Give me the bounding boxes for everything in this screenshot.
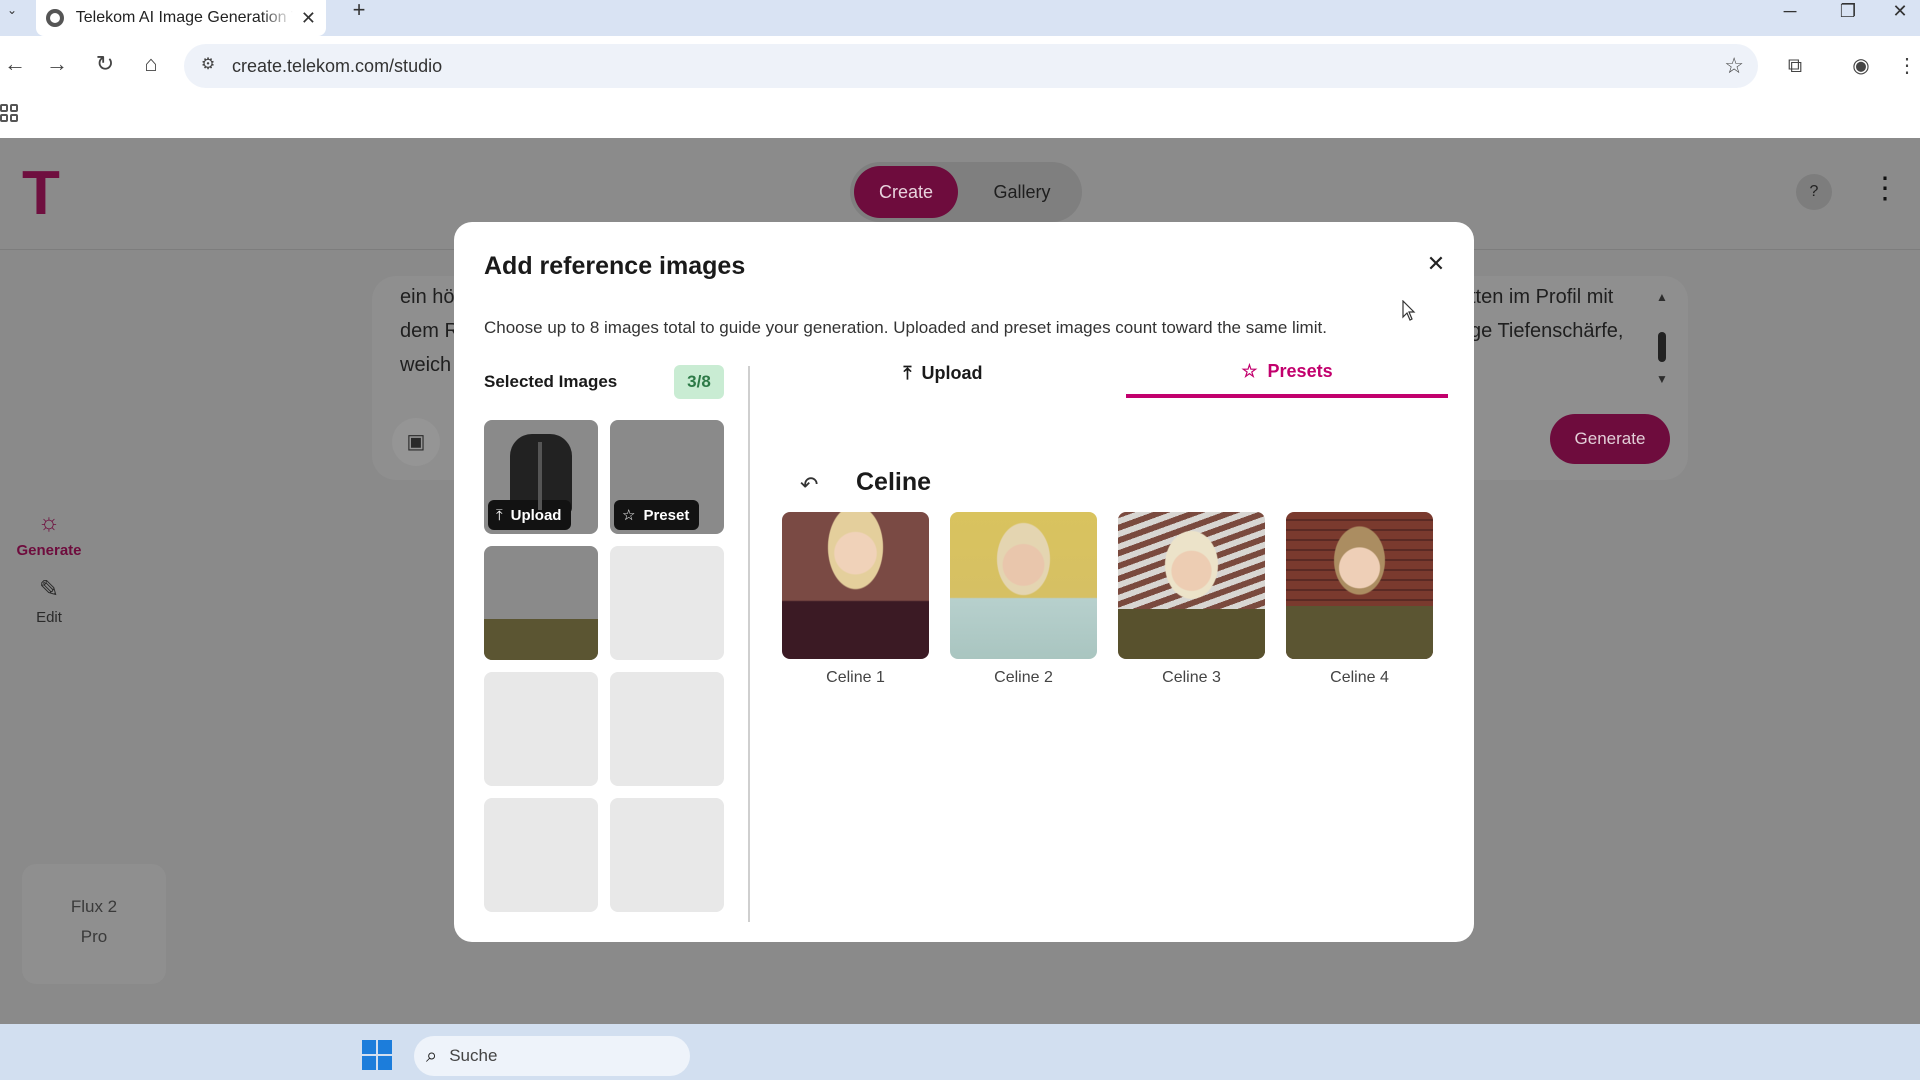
tab-search-chevron-icon[interactable]: ⌄: [2, 0, 22, 22]
back-arrow-icon[interactable]: ↶: [800, 472, 818, 498]
upload-badge: ⤒ Upload: [488, 500, 572, 530]
pencil-icon: ✎: [38, 576, 60, 603]
badge-label: Preset: [517, 632, 564, 650]
apps-grid-icon[interactable]: [0, 104, 18, 122]
sidenav-generate[interactable]: ☼ Generate: [0, 508, 98, 559]
bookmark-star-icon[interactable]: ☆: [1724, 53, 1744, 79]
image-upload-icon[interactable]: ▣: [392, 418, 440, 466]
preset-card[interactable]: Celine 4: [1286, 512, 1433, 687]
source-tabs: ⤒ Upload ☆ Presets: [782, 348, 1448, 398]
scroll-up-icon[interactable]: ▲: [1656, 290, 1668, 304]
home-icon[interactable]: ⌂: [136, 50, 166, 80]
extensions-icon[interactable]: ⧉: [1780, 52, 1810, 82]
address-bar[interactable]: ⚙ create.telekom.com/studio ☆: [184, 44, 1758, 88]
sidenav-generate-label: Generate: [16, 542, 82, 559]
star-icon: ☆: [622, 507, 636, 524]
preset-card[interactable]: Celine 3: [1118, 512, 1265, 687]
profile-icon[interactable]: ◉: [1846, 52, 1876, 82]
sidenav-edit[interactable]: ✎ Edit: [0, 575, 98, 626]
close-icon[interactable]: ✕: [1422, 250, 1450, 278]
star-icon: ☆: [1241, 360, 1258, 381]
restore-button[interactable]: ❐: [1828, 0, 1868, 24]
preset-card[interactable]: Celine 2: [950, 512, 1097, 687]
panel-divider: [748, 366, 750, 922]
site-settings-icon[interactable]: ⚙: [196, 54, 220, 78]
selected-slot-1[interactable]: ⤒ Upload: [484, 420, 598, 534]
browser-tab-active[interactable]: Telekom AI Image Generation T ✕: [36, 0, 326, 36]
empty-slot: [610, 546, 724, 660]
forward-arrow-icon[interactable]: →: [42, 50, 72, 80]
preset-group-title: Celine: [856, 468, 932, 496]
search-placeholder: Suche: [449, 1046, 498, 1065]
lightbulb-icon: ☼: [38, 509, 60, 536]
preset-caption: Celine 1: [826, 669, 885, 686]
upload-icon: ⤒: [496, 506, 503, 524]
scroll-down-icon[interactable]: ▼: [1656, 372, 1668, 386]
telekom-logo[interactable]: T: [22, 163, 68, 225]
add-reference-images-dialog: Add reference images ✕ Choose up to 8 im…: [454, 222, 1474, 942]
model-name-line2: Pro: [80, 927, 108, 946]
preset-thumbnail[interactable]: [950, 512, 1097, 659]
bookmark-bar: [0, 92, 1920, 138]
preset-thumbnail[interactable]: [1286, 512, 1433, 659]
window-close-button[interactable]: ✕: [1880, 0, 1920, 24]
selected-images-label: Selected Images: [484, 372, 618, 391]
prompt-text-right: tten im Profil mit ge Tiefenschärfe,: [1470, 286, 1624, 342]
badge-label: Upload: [510, 506, 562, 524]
windows-start-icon[interactable]: [362, 1040, 392, 1070]
empty-slot: [484, 798, 598, 912]
tab-title: Telekom AI Image Generation T: [75, 9, 293, 26]
upload-icon: ⤒: [903, 362, 912, 383]
tab-upload[interactable]: ⤒ Upload: [782, 348, 1104, 398]
browser-menu-icon[interactable]: ⋮: [1892, 52, 1920, 82]
preset-list: Celine 1 Celine 2 Celine 3 Celine 4: [782, 512, 1433, 687]
os-taskbar: [0, 1024, 1920, 1080]
tab-presets[interactable]: ☆ Presets: [1126, 348, 1448, 398]
gallery-tab[interactable]: Gallery: [974, 166, 1070, 218]
tab-close-icon[interactable]: ✕: [301, 8, 316, 29]
create-tab[interactable]: Create: [854, 166, 958, 218]
preset-badge: ☆ Preset: [614, 500, 700, 530]
dialog-title: Add reference images: [484, 252, 746, 280]
badge-label: Preset: [643, 506, 690, 524]
side-navigation: ☼ Generate ✎ Edit: [0, 508, 98, 642]
model-name-line1: Flux 2: [70, 897, 118, 916]
back-arrow-icon[interactable]: ←: [0, 50, 30, 80]
mode-switch: Create Gallery: [850, 162, 1082, 222]
empty-slot: [610, 672, 724, 786]
preset-card[interactable]: Celine 1: [782, 512, 929, 687]
globe-icon: [46, 9, 64, 27]
preset-thumbnail[interactable]: [782, 512, 929, 659]
preset-caption: Celine 4: [1330, 669, 1389, 686]
url-text[interactable]: create.telekom.com/studio: [232, 56, 442, 77]
selected-slot-2[interactable]: ☆ Preset: [610, 420, 724, 534]
preset-badge: ☆ Preset: [488, 626, 574, 656]
model-selector[interactable]: Flux 2 Pro: [22, 864, 166, 984]
preset-caption: Celine 3: [1162, 669, 1221, 686]
new-tab-button[interactable]: +: [346, 0, 372, 22]
search-icon: ⌕: [426, 1044, 438, 1067]
preset-caption: Celine 2: [994, 669, 1053, 686]
browser-tab-strip: ⌄ Telekom AI Image Generation T ✕ + ─ ❐ …: [0, 0, 1920, 36]
taskbar-search[interactable]: ⌕ Suche: [414, 1036, 690, 1076]
empty-slot: [610, 798, 724, 912]
reload-icon[interactable]: ↻: [90, 50, 120, 80]
sidenav-edit-label: Edit: [36, 609, 62, 626]
minimize-button[interactable]: ─: [1770, 0, 1810, 24]
selected-slot-3[interactable]: ☆ Preset: [484, 546, 598, 660]
scroll-thumb[interactable]: [1658, 332, 1666, 362]
selected-count-badge: 3/8: [674, 365, 724, 399]
star-icon: ☆: [496, 633, 510, 650]
help-icon[interactable]: ?: [1796, 174, 1832, 210]
preset-thumbnail[interactable]: [1118, 512, 1265, 659]
generate-button[interactable]: Generate: [1550, 414, 1670, 464]
dialog-description: Choose up to 8 images total to guide you…: [484, 318, 1327, 337]
prompt-scrollbar[interactable]: ▲ ▼: [1654, 290, 1670, 400]
empty-slot: [484, 672, 598, 786]
more-options-icon[interactable]: ⋮: [1870, 174, 1900, 210]
selected-images-grid: ⤒ Upload ☆ Preset ☆ Preset: [484, 420, 724, 912]
tab-presets-label: Presets: [1267, 360, 1333, 381]
mouse-cursor-icon: [1402, 300, 1416, 321]
tab-upload-label: Upload: [921, 362, 983, 383]
